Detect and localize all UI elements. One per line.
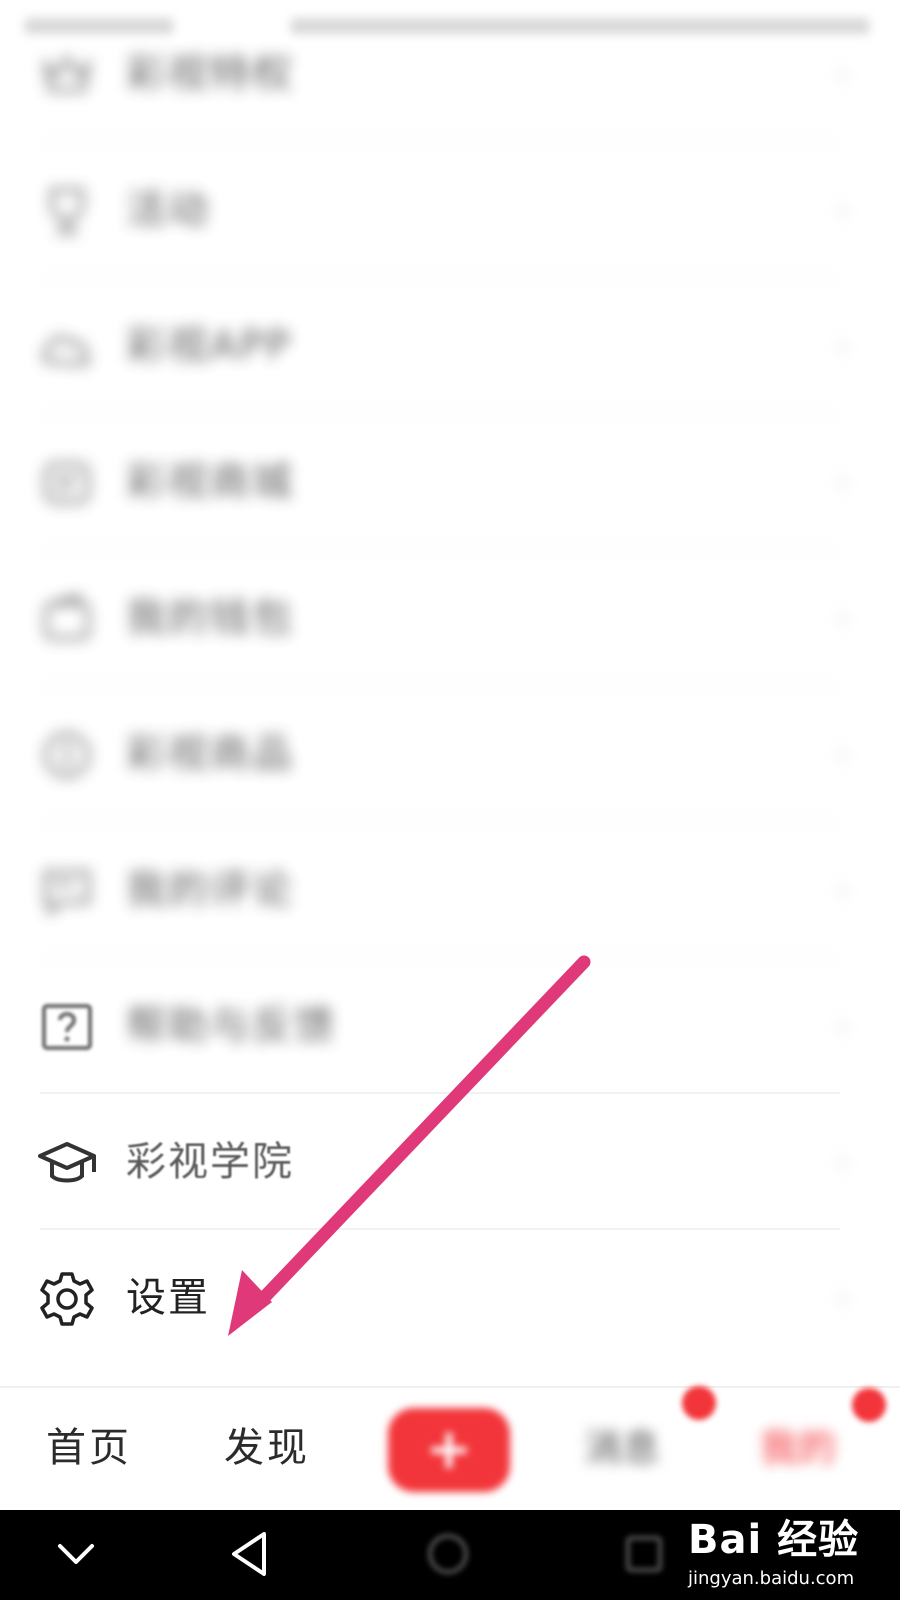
menu-item-settings[interactable]: 设置 › [0, 1230, 900, 1366]
menu-item-activity[interactable]: 活动 › [0, 142, 900, 278]
menu-item-label: 彩视商城 [126, 459, 294, 505]
comment-icon [38, 862, 96, 920]
chevron-down-icon[interactable] [46, 1524, 106, 1584]
chevron-right-icon: › [836, 870, 850, 910]
menu-item-goods[interactable]: 彩视商品 › [0, 686, 900, 822]
crown-icon [38, 46, 96, 104]
chevron-right-icon: › [836, 1278, 850, 1318]
menu-item-label: 我的评论 [126, 867, 294, 913]
tab-me[interactable]: 我的 [760, 1418, 836, 1478]
notification-badge [852, 1388, 886, 1422]
chevron-right-icon: › [836, 190, 850, 230]
chevron-right-icon: › [836, 1142, 850, 1182]
chevron-right-icon: › [836, 462, 850, 502]
wallet-icon [38, 590, 96, 648]
home-circle-icon[interactable] [418, 1524, 478, 1584]
menu-item-comments[interactable]: 我的评论 › [0, 822, 900, 958]
menu-item-label: 我的钱包 [126, 595, 294, 641]
back-triangle-icon[interactable] [220, 1524, 280, 1584]
menu-item-label: 彩视特权 [126, 51, 294, 97]
notification-badge [682, 1386, 716, 1420]
menu-item-label: 帮助与反馈 [126, 1003, 336, 1049]
tab-discover[interactable]: 发现 [224, 1418, 310, 1478]
store-icon [38, 454, 96, 512]
recents-square-icon[interactable] [614, 1524, 674, 1584]
watermark-logo: Bai 经验 [688, 1517, 860, 1563]
menu-item-app[interactable]: 彩视APP › [0, 278, 900, 414]
menu-item-privilege[interactable]: 彩视特权 › [0, 6, 900, 142]
graduation-cap-icon [38, 1134, 96, 1192]
menu-item-store[interactable]: 彩视商城 › [0, 414, 900, 550]
menu-item-label: 彩视商品 [126, 731, 294, 777]
menu-item-label: 彩视APP [126, 323, 292, 369]
menu-item-academy[interactable]: 彩视学院 › [0, 1094, 900, 1230]
trophy-icon [38, 182, 96, 240]
chevron-right-icon: › [836, 734, 850, 774]
bottom-tab-bar: 首页 发现 + 消息 我的 [0, 1386, 900, 1512]
tab-home[interactable]: 首页 [46, 1418, 132, 1478]
chevron-right-icon: › [836, 54, 850, 94]
menu-item-label: 活动 [126, 187, 210, 233]
menu-item-wallet[interactable]: 我的钱包 › [0, 550, 900, 686]
settings-label: 设置 [126, 1275, 210, 1321]
menu-item-label: 彩视学院 [126, 1139, 294, 1185]
chevron-right-icon: › [836, 598, 850, 638]
gear-icon [38, 1270, 96, 1328]
watermark: Bai 经验 jingyan.baidu.com [688, 1512, 898, 1598]
plus-icon: + [425, 1417, 473, 1482]
menu-item-help[interactable]: 帮助与反馈 › [0, 958, 900, 1094]
tab-messages[interactable]: 消息 [584, 1418, 660, 1478]
help-icon [38, 998, 96, 1056]
chevron-right-icon: › [836, 326, 850, 366]
coin-icon [38, 726, 96, 784]
chevron-right-icon: › [836, 1006, 850, 1046]
watermark-url: jingyan.baidu.com [688, 1568, 855, 1589]
create-button[interactable]: + [388, 1408, 510, 1492]
cloud-icon [38, 318, 96, 376]
